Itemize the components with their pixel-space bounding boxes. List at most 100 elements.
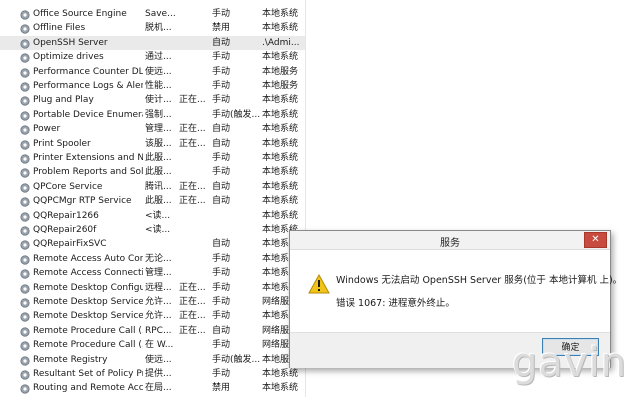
service-gear-icon	[20, 53, 30, 63]
service-status	[179, 65, 209, 79]
service-startup-type: 自动	[212, 239, 231, 250]
service-status	[179, 7, 209, 21]
service-startup-type: 手动	[212, 52, 231, 63]
service-description: 该服...	[145, 138, 172, 149]
service-row[interactable]: QQPCMgr RTP Service 此服... 正在... 自动 本地系统	[0, 194, 305, 208]
service-name: Remote Desktop Service...	[33, 311, 143, 322]
service-startup-type: 手动	[212, 167, 231, 178]
service-startup-type: 手动	[212, 95, 231, 106]
service-status	[179, 50, 209, 64]
service-startup-type: 手动	[212, 66, 231, 77]
service-row[interactable]: Remote Procedure Call (... RPC... 正在... 自动网…	[0, 324, 305, 338]
service-row[interactable]: Optimize drives 通过... 手动 本地系统	[0, 50, 305, 64]
service-logon-as: 本地系统	[262, 9, 299, 19]
service-row[interactable]: Plug and Play 使计... 正在... 手动 本地系统	[0, 93, 305, 107]
service-name: OpenSSH Server	[33, 37, 108, 48]
service-row[interactable]: Power 管理... 正在... 自动 本地系统	[0, 122, 305, 136]
service-startup-type: 自动	[212, 181, 231, 192]
service-status: 正在...	[179, 297, 206, 307]
service-name: Print Spooler	[33, 138, 91, 149]
close-button[interactable]: ✕	[584, 232, 607, 248]
service-name: Problem Reports and Sol...	[33, 167, 143, 178]
service-gear-icon	[20, 226, 30, 236]
service-name: Offline Files	[33, 23, 86, 34]
service-name: Performance Logs & Aler...	[33, 81, 143, 91]
service-row[interactable]: OpenSSH Server 自动 .\Admi...	[0, 35, 305, 51]
service-row[interactable]: Office Source Engine Save... 手动 本地系统	[0, 7, 305, 21]
service-logon-as: 本地系统	[262, 167, 299, 178]
service-startup-type: 禁用	[212, 383, 231, 394]
service-row[interactable]: Remote Access Auto Con... 无论... 手动 本地系统	[0, 252, 305, 266]
service-startup-type: 手动	[212, 268, 231, 279]
service-gear-icon	[20, 298, 30, 308]
service-startup-type: 自动	[212, 37, 231, 48]
service-row[interactable]: Performance Counter DL... 使远... 手动 本地服务	[0, 65, 305, 79]
service-row[interactable]: QQRepair1266 <读... 本地系统	[0, 209, 305, 223]
service-description: 使远...	[145, 66, 172, 77]
service-description	[145, 237, 175, 251]
service-row[interactable]: Remote Access Connecti... 管理... 手动 本地系统	[0, 266, 305, 280]
service-gear-icon	[20, 341, 30, 351]
service-gear-icon	[20, 211, 30, 222]
service-description: 此服...	[145, 196, 172, 207]
service-status	[179, 36, 209, 50]
service-startup-type	[212, 223, 260, 237]
service-row[interactable]: Performance Logs & Aler... 性能... 手动 本地服务	[0, 79, 305, 93]
service-row[interactable]: QPCore Service 腾讯... 正在... 自动 本地系统	[0, 180, 305, 194]
service-gear-icon	[20, 96, 30, 106]
service-row[interactable]: Portable Device Enumera...强制... 手动(触发...本…	[0, 108, 305, 122]
service-status: 正在...	[179, 124, 206, 135]
service-gear-icon	[20, 24, 30, 34]
service-row[interactable]: QQRepairFixSVC 自动 本地系统	[0, 237, 305, 251]
service-gear-icon	[20, 283, 30, 294]
service-row[interactable]: Problem Reports and Sol... 此服... 手动 本地系统	[0, 165, 305, 179]
service-name: Plug and Play	[33, 95, 94, 106]
service-name: Remote Desktop Configu...	[33, 282, 143, 293]
service-row[interactable]: QQRepair260f <读... 本地系统	[0, 223, 305, 237]
service-logon-as: 本地系统	[262, 52, 299, 63]
service-startup-type	[212, 209, 260, 223]
service-description: 脱机...	[145, 23, 172, 34]
service-gear-icon	[20, 255, 30, 265]
watermark: gavin	[512, 340, 628, 386]
dialog-title-bar[interactable]: 服务 ✕	[290, 231, 610, 250]
service-gear-icon	[20, 154, 30, 164]
service-logon-as: 本地服务	[262, 81, 299, 91]
service-gear-icon	[20, 197, 30, 207]
service-status	[179, 165, 209, 179]
service-gear-icon	[20, 111, 30, 121]
service-startup-type: 手动	[212, 282, 231, 293]
service-name: QQPCMgr RTP Service	[33, 196, 132, 207]
service-row[interactable]: Offline Files 脱机... 禁用 本地系统	[0, 21, 305, 35]
service-status	[179, 381, 209, 395]
service-row[interactable]: Remote Procedure Call (... 在 W... 手动 网络服务	[0, 338, 305, 352]
service-description: Save...	[145, 9, 175, 19]
service-gear-icon	[20, 312, 30, 322]
service-status	[179, 266, 209, 280]
service-startup-type: 手动	[212, 369, 231, 379]
service-status	[179, 79, 209, 93]
service-status	[179, 21, 209, 35]
service-logon-as: 本地系统	[262, 153, 299, 163]
service-description: 管理...	[145, 124, 172, 135]
service-row[interactable]: Routing and Remote Acc... 在局... 禁用 本地系统	[0, 381, 305, 395]
service-status	[179, 151, 209, 165]
service-description	[145, 36, 175, 50]
service-row[interactable]: Print Spooler 该服... 正在... 自动 本地系统	[0, 137, 305, 151]
service-gear-icon	[20, 10, 30, 20]
service-description: 无论...	[145, 253, 172, 264]
service-status	[179, 237, 209, 251]
service-row[interactable]: Resultant Set of Policy Pr... 提供... 手动 本地系统	[0, 367, 305, 381]
service-row[interactable]: Remote Desktop Configu... 远程... 正在... 手动 本地系…	[0, 281, 305, 295]
service-row[interactable]: Printer Extensions and N... 此服... 手动 本地系统	[0, 151, 305, 165]
service-row[interactable]: Remote Desktop Services 允许... 正在... 手动 网络服务	[0, 295, 305, 309]
dialog-body: Windows 无法启动 OpenSSH Server 服务(位于 本地计算机 …	[290, 250, 622, 332]
service-status: 正在...	[179, 282, 206, 293]
service-logon-as: .\Admi...	[262, 37, 300, 48]
service-row[interactable]: Remote Desktop Service... 允许... 正在... 手动 本地系…	[0, 309, 305, 323]
service-description: 允许...	[145, 297, 172, 307]
service-status	[179, 252, 209, 266]
service-gear-icon	[20, 370, 30, 380]
service-row[interactable]: Remote Registry 使远... 手动(触发... 本地服务	[0, 353, 305, 367]
service-startup-type: 手动(触发...	[212, 109, 260, 120]
